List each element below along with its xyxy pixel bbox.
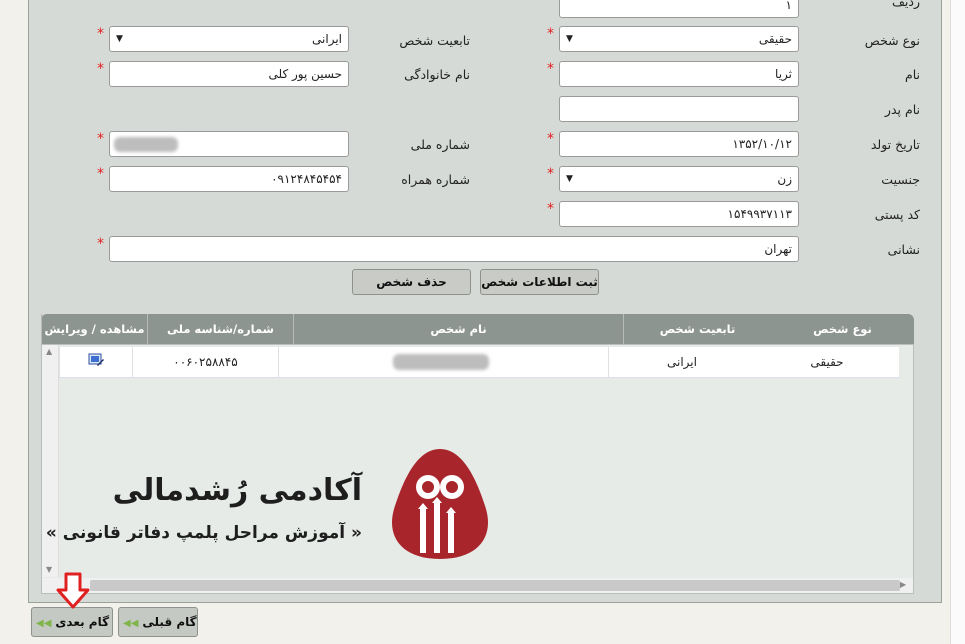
radif-label: ردیف	[891, 0, 920, 9]
person-name-cell	[278, 347, 608, 377]
person-type-select[interactable]: حقیقی ▼	[559, 26, 799, 52]
dropdown-arrow-icon: ▼	[566, 34, 573, 44]
redacted-value	[393, 354, 489, 370]
required-mark: *	[97, 61, 104, 77]
dropdown-arrow-icon: ▼	[566, 174, 573, 184]
radif-field[interactable]: ۱	[559, 0, 799, 18]
postal-code-label: کد پستی	[874, 207, 920, 222]
column-header-national-id[interactable]: شماره/شناسه ملی	[147, 314, 293, 344]
academy-logo	[391, 449, 489, 559]
nationality-value: ایرانی	[312, 32, 342, 46]
address-label: نشانی	[887, 242, 920, 257]
required-mark: *	[97, 236, 104, 252]
column-header-person-type[interactable]: نوع شخص	[771, 314, 914, 344]
birth-date-label: تاریخ تولد	[870, 137, 920, 152]
gender-label: جنسیت	[881, 172, 920, 187]
required-mark: *	[547, 26, 554, 42]
save-person-button[interactable]: ثبت اطلاعات شخص	[480, 269, 599, 295]
nationality-cell: ایرانی	[608, 347, 755, 377]
mobile-label: شماره همراه	[401, 172, 470, 187]
scrollbar-thumb[interactable]	[90, 580, 900, 591]
gender-select[interactable]: زن ▼	[559, 166, 799, 192]
father-name-label: نام پدر	[884, 102, 920, 117]
dropdown-arrow-icon: ▼	[116, 34, 123, 44]
page-scrollbar[interactable]	[950, 0, 965, 644]
back-arrow-icon: ◀◀	[36, 618, 52, 629]
watermark-subtitle: « آموزش مراحل پلمپ دفاتر قانونی »	[45, 523, 362, 543]
person-type-label: نوع شخص	[864, 33, 920, 48]
column-header-view-edit[interactable]: مشاهده / ویرایش	[41, 314, 147, 344]
required-mark: *	[97, 131, 104, 147]
first-name-label: نام	[904, 67, 920, 82]
previous-step-button[interactable]: ◀◀ گام قبلی	[118, 607, 198, 637]
table-row[interactable]: ۰۰۶۰۲۵۸۸۴۵ ایرانی حقیقی	[59, 347, 899, 378]
previous-step-label: گام قبلی	[142, 615, 197, 629]
edit-icon[interactable]	[88, 352, 104, 368]
required-mark: *	[547, 61, 554, 77]
down-arrow-icon	[56, 572, 90, 609]
delete-person-button[interactable]: حذف شخص	[352, 269, 471, 295]
grid-header: مشاهده / ویرایش شماره/شناسه ملی نام شخص …	[41, 314, 914, 344]
person-type-value: حقیقی	[758, 32, 792, 46]
watermark-title: آکادمی رُشدمالی	[112, 473, 362, 508]
next-step-button[interactable]: ◀◀ گام بعدی	[31, 607, 113, 637]
next-step-label: گام بعدی	[55, 615, 110, 629]
required-mark: *	[97, 166, 104, 182]
birth-date-field[interactable]: ۱۳۵۲/۱۰/۱۲	[559, 131, 799, 157]
column-header-person-name[interactable]: نام شخص	[293, 314, 623, 344]
grid-horizontal-scrollbar[interactable]: ▶	[42, 578, 913, 593]
last-name-field[interactable]: حسین پور کلی	[109, 61, 349, 87]
father-name-field[interactable]	[559, 96, 799, 122]
required-mark: *	[547, 131, 554, 147]
address-field[interactable]: تهران	[109, 236, 799, 262]
forward-arrow-icon: ◀◀	[123, 618, 139, 629]
national-id-cell: ۰۰۶۰۲۵۸۸۴۵	[132, 347, 278, 377]
view-edit-cell[interactable]	[59, 347, 132, 377]
gender-value: زن	[777, 172, 792, 186]
scroll-right-icon[interactable]: ▶	[900, 580, 906, 589]
column-header-nationality[interactable]: تابعیت شخص	[623, 314, 771, 344]
required-mark: *	[547, 166, 554, 182]
first-name-field[interactable]: ثریا	[559, 61, 799, 87]
required-mark: *	[97, 26, 104, 42]
mobile-field[interactable]: ۰۹۱۲۴۸۴۵۴۵۴	[109, 166, 349, 192]
nationality-label: تابعیت شخص	[399, 33, 470, 48]
scroll-up-icon[interactable]: ▲	[46, 347, 52, 356]
national-id-label: شماره ملی	[410, 137, 470, 152]
nationality-select[interactable]: ایرانی ▼	[109, 26, 349, 52]
postal-code-field[interactable]: ۱۵۴۹۹۳۷۱۱۳	[559, 201, 799, 227]
required-mark: *	[547, 201, 554, 217]
scroll-down-icon[interactable]: ▼	[46, 565, 52, 574]
person-type-cell: حقیقی	[810, 355, 844, 369]
redacted-value	[114, 137, 178, 152]
last-name-label: نام خانوادگی	[404, 67, 470, 82]
watermark: آکادمی رُشدمالی « آموزش مراحل پلمپ دفاتر…	[46, 445, 490, 565]
